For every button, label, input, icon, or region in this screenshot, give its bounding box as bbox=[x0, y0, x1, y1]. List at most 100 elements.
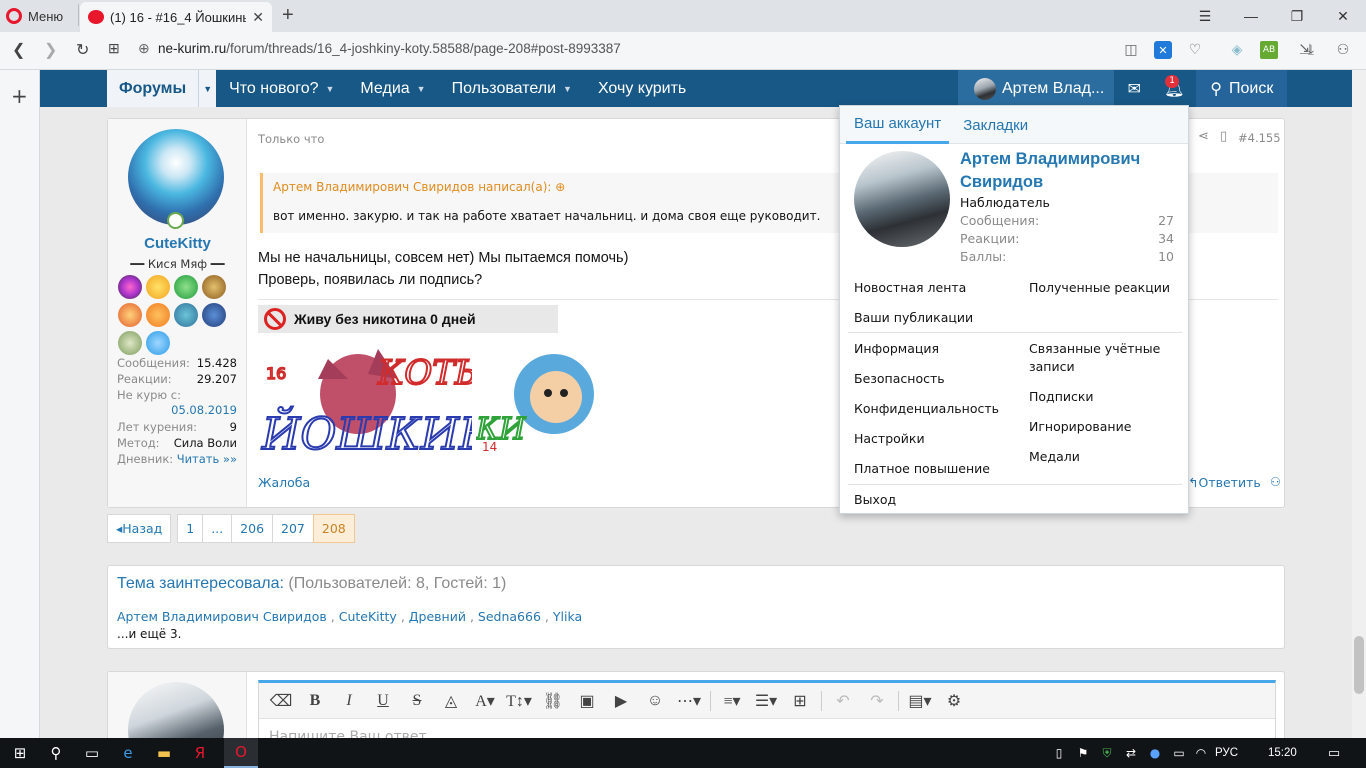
tab-bookmarks[interactable]: Закладки bbox=[955, 106, 1036, 144]
page-link[interactable]: 1 bbox=[177, 514, 204, 543]
award-icon[interactable] bbox=[118, 303, 142, 327]
share-icon[interactable]: ⋖ bbox=[1198, 129, 1209, 144]
user-icon[interactable]: ⚇ bbox=[1270, 475, 1281, 489]
tab-forums-dropdown[interactable]: ▼ bbox=[199, 70, 217, 107]
viewer-link[interactable]: Артем Владимирович Свиридов bbox=[117, 609, 327, 624]
tray-wifi-icon[interactable]: ◠ bbox=[1192, 738, 1210, 768]
viewer-link[interactable]: Ylika bbox=[553, 609, 582, 624]
extension-cube-icon[interactable]: ◈ bbox=[1228, 41, 1246, 59]
search-button[interactable]: ⚲ Поиск bbox=[1196, 70, 1288, 107]
post-timestamp[interactable]: Только что bbox=[258, 132, 324, 146]
award-icon[interactable] bbox=[202, 303, 226, 327]
tab-whats-new[interactable]: Что нового? ▼ bbox=[216, 70, 347, 107]
award-icon[interactable] bbox=[146, 303, 170, 327]
diary-link[interactable]: Читать »» bbox=[177, 452, 237, 466]
menu-item-security[interactable]: Безопасность bbox=[854, 370, 945, 388]
undo-icon[interactable]: ↶ bbox=[827, 687, 859, 715]
speed-dial-icon[interactable]: ⊞ bbox=[108, 40, 120, 57]
tray-flag-icon[interactable]: ⚑ bbox=[1074, 738, 1092, 768]
menu-item-your-posts[interactable]: Ваши публикации bbox=[854, 309, 973, 327]
tab-want-smoke[interactable]: Хочу курить bbox=[585, 70, 699, 107]
menu-item-info[interactable]: Информация bbox=[854, 340, 939, 358]
back-icon[interactable]: ❮ bbox=[12, 40, 25, 60]
downloads-icon[interactable]: ⤓ bbox=[1302, 41, 1320, 59]
minimize-icon[interactable]: — bbox=[1228, 0, 1274, 32]
award-icon[interactable] bbox=[202, 275, 226, 299]
drafts-icon[interactable]: ▤▾ bbox=[904, 687, 936, 715]
smiley-icon[interactable]: ☺ bbox=[639, 687, 671, 715]
bookmark-heart-icon[interactable]: ♡ bbox=[1186, 41, 1204, 59]
yandex-browser-icon[interactable]: Я bbox=[188, 738, 212, 768]
menu-item-subscriptions[interactable]: Подписки bbox=[1029, 388, 1094, 406]
award-icon[interactable] bbox=[118, 331, 142, 355]
media-icon[interactable]: ▶ bbox=[605, 687, 637, 715]
menu-item-logout[interactable]: Выход bbox=[854, 491, 896, 509]
menu-item-settings[interactable]: Настройки bbox=[854, 430, 925, 448]
tray-device-icon[interactable]: ▯ bbox=[1050, 738, 1068, 768]
link-icon[interactable]: ⛓ bbox=[537, 687, 569, 715]
scrollbar-thumb[interactable] bbox=[1354, 636, 1364, 694]
browser-tab-active[interactable]: (1) 16 - #16_4 Йошкины ко ✕ bbox=[80, 2, 272, 32]
tab-close-icon[interactable]: ✕ bbox=[252, 9, 264, 26]
snapshot-icon[interactable]: ◫ bbox=[1122, 41, 1140, 59]
opera-browser-icon[interactable]: O bbox=[224, 738, 258, 768]
report-link[interactable]: Жалоба bbox=[258, 475, 310, 490]
menu-item-paid-upgrade[interactable]: Платное повышение bbox=[854, 460, 990, 478]
reply-link[interactable]: ↰Ответить bbox=[1188, 475, 1261, 490]
award-icon[interactable] bbox=[118, 275, 142, 299]
account-menu-button[interactable]: Артем Влад... bbox=[958, 70, 1115, 107]
color-drop-icon[interactable]: ◬ bbox=[435, 687, 467, 715]
font-size-icon[interactable]: T↕▾ bbox=[503, 687, 535, 715]
more-options-icon[interactable]: ⋯▾ bbox=[673, 687, 705, 715]
italic-icon[interactable]: I bbox=[333, 687, 365, 715]
menu-item-connected-accounts[interactable]: Связанные учётные записи bbox=[1029, 340, 1179, 376]
viewer-link[interactable]: Sedna666 bbox=[478, 609, 541, 624]
site-info-icon[interactable]: ⊕ bbox=[138, 40, 150, 57]
notifications-icon[interactable]: ▭ bbox=[1322, 738, 1346, 768]
tab-users[interactable]: Пользователи ▼ bbox=[439, 70, 585, 107]
menu-item-ignoring[interactable]: Игнорирование bbox=[1029, 418, 1131, 436]
file-explorer-icon[interactable]: ▬ bbox=[152, 738, 176, 768]
award-icon[interactable] bbox=[174, 303, 198, 327]
tray-shield-icon[interactable]: ⛨ bbox=[1098, 738, 1116, 768]
award-icon[interactable] bbox=[174, 275, 198, 299]
opera-menu-button[interactable]: Меню bbox=[6, 6, 63, 26]
menu-item-privacy[interactable]: Конфиденциальность bbox=[854, 400, 999, 418]
redo-icon[interactable]: ↷ bbox=[861, 687, 893, 715]
award-icon[interactable] bbox=[146, 275, 170, 299]
tray-vpn-icon[interactable]: ● bbox=[1146, 738, 1164, 768]
reply-input-placeholder[interactable]: Напишите Ваш ответ... bbox=[269, 729, 440, 738]
tab-forums[interactable]: Форумы bbox=[107, 70, 199, 107]
post-number[interactable]: #4.155 bbox=[1238, 131, 1281, 145]
eraser-icon[interactable]: ⌫ bbox=[265, 687, 297, 715]
table-icon[interactable]: ⊞ bbox=[784, 687, 816, 715]
underline-icon[interactable]: U bbox=[367, 687, 399, 715]
prev-page-button[interactable]: ◂ Назад bbox=[107, 514, 172, 543]
sidebar-add-icon[interactable]: + bbox=[11, 84, 28, 108]
strikethrough-icon[interactable]: S bbox=[401, 687, 433, 715]
page-ellipsis[interactable]: ... bbox=[202, 514, 233, 543]
alerts-bell-icon[interactable]: 🔔︎ 1 bbox=[1154, 70, 1194, 107]
tab-your-account[interactable]: Ваш аккаунт bbox=[846, 106, 950, 144]
account-full-name[interactable]: Артем Владимирович Свиридов bbox=[960, 148, 1180, 194]
page-current[interactable]: 208 bbox=[312, 514, 355, 543]
settings-gear-icon[interactable]: ⚙ bbox=[938, 687, 970, 715]
adblock-extension-icon[interactable]: AB bbox=[1260, 41, 1278, 59]
restore-icon[interactable]: ❐ bbox=[1274, 0, 1320, 32]
image-icon[interactable]: ▣ bbox=[571, 687, 603, 715]
quote-header[interactable]: Артем Владимирович Свиридов написал(а): … bbox=[273, 180, 565, 194]
avatar[interactable] bbox=[854, 151, 950, 247]
bookmark-icon[interactable]: ▯ bbox=[1220, 129, 1227, 144]
system-clock[interactable]: 15:20 bbox=[1268, 738, 1297, 768]
edge-browser-icon[interactable]: e bbox=[116, 738, 140, 768]
task-view-icon[interactable]: ▭ bbox=[80, 738, 104, 768]
search-icon[interactable]: ⚲ bbox=[44, 738, 68, 768]
tray-network-icon[interactable]: ⇄ bbox=[1122, 738, 1140, 768]
tab-media[interactable]: Медиа ▼ bbox=[347, 70, 438, 107]
tab-menu-icon[interactable]: ☰ bbox=[1182, 0, 1228, 32]
page-link[interactable]: 207 bbox=[272, 514, 314, 543]
vpn-extension-icon[interactable]: ✕ bbox=[1154, 41, 1172, 59]
close-window-icon[interactable]: ✕ bbox=[1320, 0, 1366, 32]
menu-item-received-reactions[interactable]: Полученные реакции bbox=[1029, 279, 1170, 297]
award-icon[interactable] bbox=[146, 331, 170, 355]
